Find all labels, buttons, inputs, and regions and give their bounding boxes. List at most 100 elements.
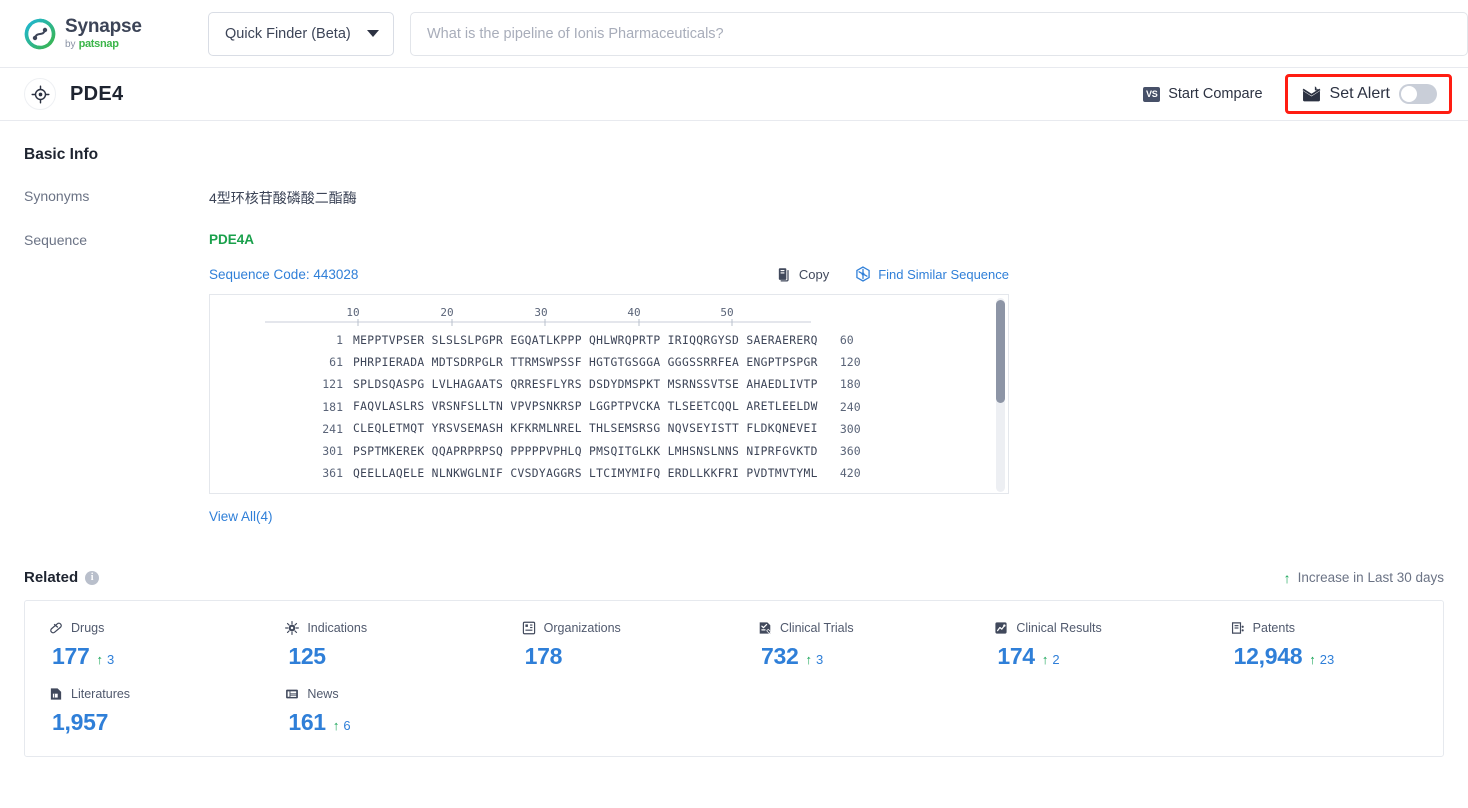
sequence-row-end: 180 [839, 377, 861, 392]
patent-icon [1231, 621, 1245, 635]
view-all-link[interactable]: View All(4) [209, 509, 273, 524]
quick-finder-label: Quick Finder (Beta) [225, 25, 351, 42]
stat-value[interactable]: 1,957 [52, 709, 108, 736]
copy-button[interactable]: Copy [777, 267, 829, 282]
stat-label: Patents [1252, 621, 1296, 635]
arrow-up-icon: ↑ [96, 652, 103, 667]
stat-value-row: 161 ↑ 6 [288, 709, 497, 736]
stat-value-row: 174 ↑ 2 [997, 643, 1206, 670]
related-header: Related i ↑ Increase in Last 30 days [24, 569, 1444, 586]
sequence-code-row: Sequence Code: 443028 Copy Find Similar … [209, 266, 1009, 282]
top-navigation-bar: Synapse by patsnap Quick Finder (Beta) [0, 0, 1468, 68]
entity-header: PDE4 VS Start Compare Set Alert [0, 68, 1468, 121]
start-compare-button[interactable]: VS Start Compare [1143, 86, 1263, 102]
stat-delta: ↑ 3 [805, 652, 823, 667]
sequence-row-end: 420 [839, 466, 861, 481]
stat-value[interactable]: 732 [761, 643, 799, 670]
info-row-synonyms: Synonyms 4型环核苷酸磷酸二酯酶 [24, 188, 1444, 208]
stat-value[interactable]: 177 [52, 643, 90, 670]
stat-delta-value: 6 [343, 718, 351, 733]
virus-icon [285, 621, 300, 635]
sequence-rows: 1 MEPPTVPSER SLSLSLPGPR EGQATLKPPP QHLWRQ… [210, 329, 1008, 484]
quick-finder-dropdown[interactable]: Quick Finder (Beta) [208, 11, 394, 56]
stat-header: Patents [1231, 619, 1443, 637]
find-similar-sequence-button[interactable]: Find Similar Sequence [855, 266, 1009, 282]
stat-value-row: 12,948 ↑ 23 [1234, 643, 1443, 670]
info-icon[interactable]: i [85, 570, 100, 585]
header-actions: VS Start Compare Set Alert [1143, 74, 1452, 114]
stat-delta: ↑ 3 [96, 652, 114, 667]
stat-literatures[interactable]: Literatures 1,957 [25, 685, 261, 736]
info-row-sequence: Sequence PDE4A Sequence Code: 443028 Cop… [24, 232, 1444, 526]
stat-header: Drugs [49, 619, 261, 637]
stat-value-row: 1,957 [52, 709, 261, 736]
sequence-code-link[interactable]: Sequence Code: 443028 [209, 267, 358, 282]
stat-delta-value: 3 [106, 652, 115, 667]
stat-value-row: 177 ↑ 3 [52, 643, 261, 670]
sequence-row: 181 FAQVLASLRS VRSNFSLLTN VPVPSNKRSP LGGP… [210, 396, 1008, 418]
literature-icon [49, 687, 63, 701]
stat-value-row: 178 [525, 643, 734, 670]
stat-label: Literatures [71, 687, 131, 701]
sequence-row-start: 241 [322, 421, 343, 436]
find-similar-label: Find Similar Sequence [878, 266, 1009, 282]
sequence-row-end: 240 [839, 399, 861, 414]
logo-by-label: by [65, 39, 76, 50]
stat-patents[interactable]: Patents 12,948 ↑ 23 [1207, 619, 1443, 670]
stat-clinical-trials[interactable]: Clinical Trials 732 ↑ 3 [734, 619, 970, 670]
stat-delta-value: 3 [815, 652, 824, 667]
stat-label: Drugs [71, 621, 105, 635]
ruler-tick-40: 40 [627, 306, 640, 319]
stat-news[interactable]: News 161 ↑ 6 [261, 685, 497, 736]
copy-icon [777, 267, 792, 282]
ruler-tick-20: 20 [440, 306, 453, 319]
increase-legend-label: Increase in Last 30 days [1297, 570, 1444, 585]
set-alert-toggle[interactable] [1399, 84, 1437, 104]
arrow-up-icon: ↑ [332, 718, 340, 733]
mail-alert-icon [1302, 86, 1321, 102]
stat-header: Organizations [522, 619, 734, 637]
stat-label: News [307, 687, 339, 701]
search-input[interactable] [410, 11, 1468, 56]
ruler-tick-30: 30 [534, 306, 547, 319]
stat-clinical-results[interactable]: Clinical Results 174 ↑ 2 [970, 619, 1206, 670]
logo-brand-label: patsnap [78, 38, 119, 50]
stat-value[interactable]: 161 [288, 709, 326, 736]
stat-delta: ↑ 2 [1042, 652, 1060, 667]
sequence-row-start: 181 [322, 399, 343, 414]
stat-indications[interactable]: Indications 125 [261, 619, 497, 670]
stat-organizations[interactable]: Organizations 178 [498, 619, 734, 670]
sequence-row-start: 61 [329, 355, 343, 370]
sequence-panel: PDE4A Sequence Code: 443028 Copy Find Si… [209, 232, 1009, 526]
ruler-tick-50: 50 [720, 306, 733, 319]
sequence-row: 301 PSPTMKEREK QQAPRPRPSQ PPPPPVPHLQ PMSQ… [210, 440, 1008, 462]
stat-drugs[interactable]: Drugs 177 ↑ 3 [25, 619, 261, 670]
set-alert-label[interactable]: Set Alert [1330, 85, 1390, 103]
related-heading: Related [24, 569, 79, 586]
sequence-row: 1 MEPPTVPSER SLSLSLPGPR EGQATLKPPP QHLWRQ… [210, 329, 1008, 351]
ruler-tick-10: 10 [346, 306, 359, 319]
sequence-row-end: 120 [839, 355, 861, 370]
stat-label: Organizations [543, 621, 621, 635]
copy-label: Copy [798, 266, 830, 282]
sequence-row-start: 1 [336, 333, 343, 348]
stat-value[interactable]: 178 [525, 643, 563, 670]
sequence-viewer[interactable]: 10 20 30 40 50 1 MEPPTVPSER SLSLSLPGPR E… [209, 294, 1009, 494]
sequence-ruler: 10 20 30 40 50 [210, 305, 1008, 329]
stat-delta: ↑ 23 [1309, 652, 1334, 667]
sequence-row-start: 301 [322, 444, 343, 459]
sequence-label: Sequence [24, 232, 88, 248]
target-icon [24, 78, 56, 110]
pill-icon [49, 621, 63, 635]
stat-delta-value: 2 [1052, 652, 1060, 667]
find-similar-icon [855, 266, 871, 282]
arrow-up-icon: ↑ [1041, 652, 1049, 667]
sequence-row-start: 361 [322, 466, 343, 481]
stat-value[interactable]: 12,948 [1234, 643, 1303, 670]
stat-value[interactable]: 125 [288, 643, 326, 670]
app-logo[interactable]: Synapse by patsnap [24, 17, 174, 50]
logo-wordmark: Synapse [65, 16, 142, 37]
stat-value[interactable]: 174 [997, 643, 1035, 670]
sequence-scrollbar[interactable] [996, 298, 1005, 492]
sequence-scrollbar-thumb[interactable] [996, 300, 1005, 403]
